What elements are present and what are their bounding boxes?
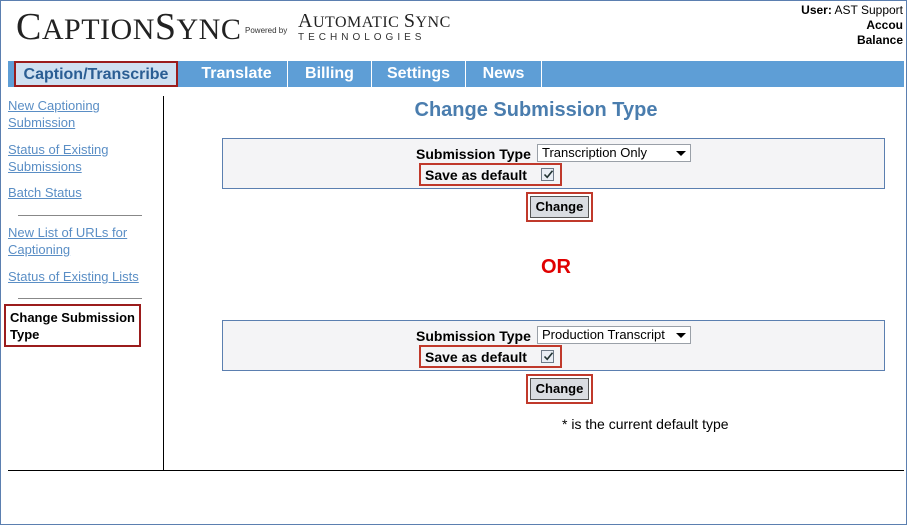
company-subtitle: TECHNOLOGIES (298, 32, 426, 43)
save-default-group: Save as default (419, 163, 562, 186)
sidebar-link-new-captioning[interactable]: New Captioning Submission (8, 97, 148, 131)
footer-divider (8, 470, 904, 471)
change-button[interactable]: Change (530, 196, 589, 218)
tab-news[interactable]: News (466, 61, 542, 87)
sidebar: New Captioning Submission Status of Exis… (4, 96, 164, 470)
submission-type-label: Submission Type (416, 146, 531, 162)
tab-translate[interactable]: Translate (186, 61, 288, 87)
submission-type-label: Submission Type (416, 328, 531, 344)
change-button[interactable]: Change (530, 378, 589, 400)
sidebar-link-status-submissions[interactable]: Status of Existing Submissions (8, 141, 148, 175)
change-button-highlight: Change (526, 374, 593, 404)
chevron-down-icon (676, 333, 686, 338)
account-line: Accou (866, 18, 903, 32)
company-name: AUTOMATIC SYNC (298, 10, 451, 32)
select-value: Transcription Only (542, 145, 647, 160)
sidebar-divider (18, 298, 142, 299)
tab-billing[interactable]: Billing (288, 61, 372, 87)
tab-settings[interactable]: Settings (372, 61, 466, 87)
submission-type-select[interactable]: Transcription Only (537, 144, 691, 162)
main-nav: Caption/Transcribe Translate Billing Set… (8, 61, 904, 87)
submission-type-select[interactable]: Production Transcript (537, 326, 691, 344)
powered-by-text: Powered by (245, 26, 288, 35)
check-icon (543, 170, 554, 179)
sidebar-link-batch-status[interactable]: Batch Status (8, 184, 148, 201)
sidebar-divider (18, 215, 142, 216)
user-line: User: AST Support (801, 3, 903, 17)
save-default-label: Save as default (425, 349, 527, 365)
save-default-checkbox[interactable] (541, 350, 554, 363)
change-button-highlight: Change (526, 192, 593, 222)
select-value: Production Transcript (542, 327, 665, 342)
balance-line: Balance (856, 33, 903, 47)
sidebar-item-current: Change Submission Type (4, 304, 141, 347)
logo-wordmark: CAPTIONSYNC (16, 6, 242, 48)
chevron-down-icon (676, 151, 686, 156)
sidebar-link-new-url-list[interactable]: New List of URLs for Captioning (8, 224, 148, 258)
save-default-label: Save as default (425, 167, 527, 183)
check-icon (543, 352, 554, 361)
or-separator: OR (541, 256, 571, 278)
sidebar-link-status-lists[interactable]: Status of Existing Lists (8, 268, 148, 285)
user-info: User: AST Support Accou Balance (773, 3, 903, 48)
tab-caption-transcribe[interactable]: Caption/Transcribe (14, 61, 178, 87)
default-type-note: * is the current default type (562, 416, 729, 432)
save-default-group: Save as default (419, 345, 562, 368)
save-default-checkbox[interactable] (541, 168, 554, 181)
page-title: Change Submission Type (414, 99, 658, 121)
